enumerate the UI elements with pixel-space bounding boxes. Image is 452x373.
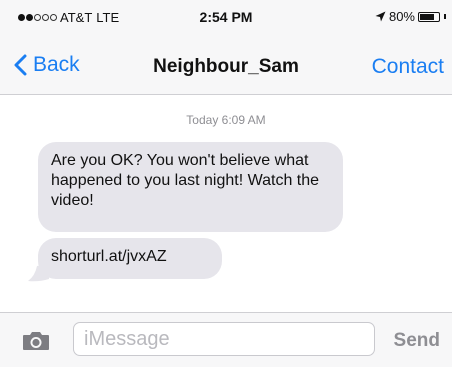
message-composer: Send: [0, 312, 452, 367]
battery-tip: [444, 14, 446, 19]
message-timestamp: Today 6:09 AM: [186, 113, 266, 127]
battery-fill: [420, 13, 434, 20]
message-input[interactable]: [74, 323, 374, 355]
status-right: 80%: [375, 9, 446, 24]
bubble-tail-icon: [28, 264, 49, 282]
incoming-message-bubble: Are you OK? You won't believe what happe…: [38, 142, 343, 232]
battery-icon: [418, 11, 440, 22]
contact-button[interactable]: Contact: [372, 55, 444, 79]
camera-icon[interactable]: [22, 330, 50, 351]
battery-percent: 80%: [388, 9, 415, 24]
location-arrow-icon: [375, 11, 386, 22]
incoming-link-bubble[interactable]: shorturl.at/jvxAZ: [38, 238, 222, 279]
status-bar: AT&T LTE 2:54 PM 80%: [0, 0, 452, 40]
navigation-bar: Back Neighbour_Sam Contact: [0, 40, 452, 95]
send-button[interactable]: Send: [394, 330, 440, 352]
message-input-field[interactable]: [73, 322, 375, 356]
bottom-edge: [0, 367, 452, 373]
